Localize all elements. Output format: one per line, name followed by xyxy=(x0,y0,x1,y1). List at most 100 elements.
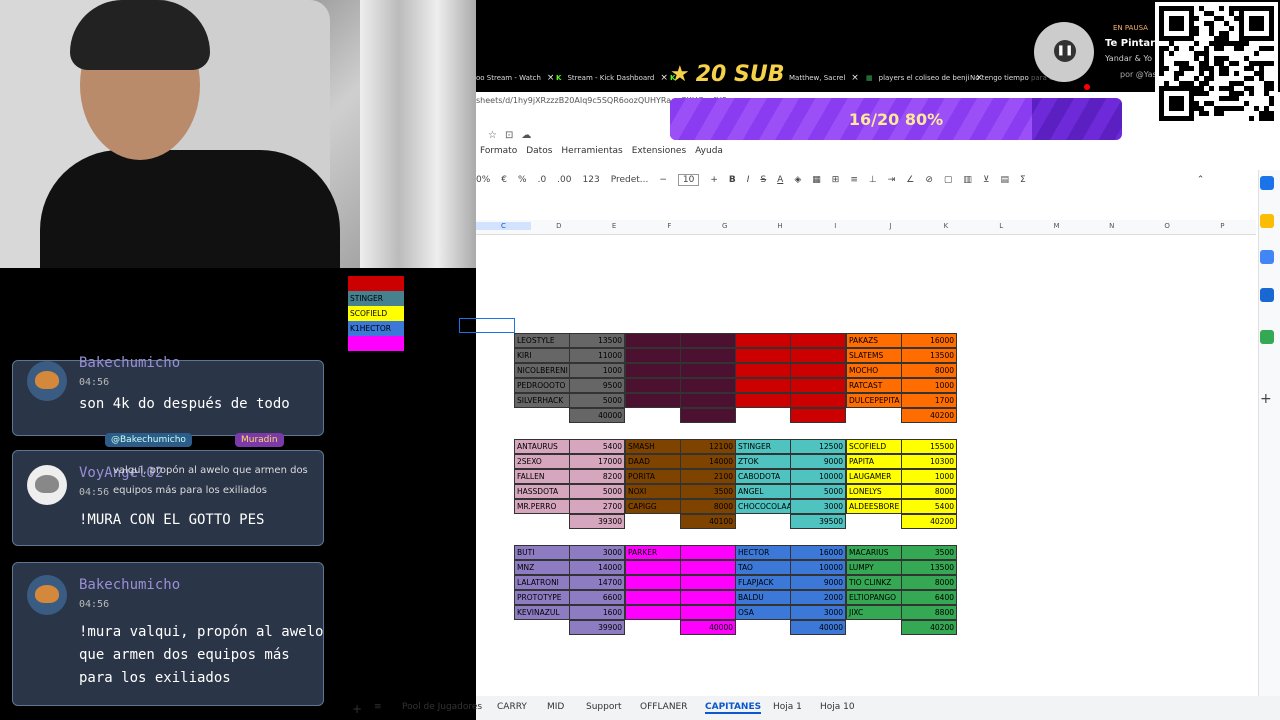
team-captain-value[interactable]: 15500 xyxy=(901,439,957,454)
team-captain-name[interactable] xyxy=(735,333,791,348)
team-player-value[interactable] xyxy=(790,348,846,363)
column-header[interactable]: M xyxy=(1029,222,1084,230)
column-header[interactable]: P xyxy=(1195,222,1250,230)
wrap-icon[interactable]: ⇥ xyxy=(888,175,896,185)
team-player-value[interactable]: 8000 xyxy=(901,484,957,499)
selected-cell[interactable] xyxy=(459,318,515,333)
team-total[interactable]: 40200 xyxy=(901,514,957,529)
team-player-name[interactable]: SILVERHACK xyxy=(514,393,570,408)
team-player-name[interactable]: 2SEXO xyxy=(514,454,570,469)
team-total[interactable] xyxy=(680,408,736,423)
team-player-name[interactable]: NICOLBERENI xyxy=(514,363,570,378)
sheet-tab-active[interactable]: CAPITANES xyxy=(705,702,762,714)
text-color-button[interactable]: A xyxy=(777,175,783,185)
team-captain-value[interactable]: 13500 xyxy=(569,333,625,348)
team-total[interactable]: 39900 xyxy=(569,620,625,635)
team-player-name[interactable]: ELTIOPANGO xyxy=(846,590,902,605)
chart-icon[interactable]: ▥ xyxy=(963,175,972,185)
number-format-button[interactable]: 123 xyxy=(583,175,600,185)
star-icon[interactable]: ☆ xyxy=(488,130,497,141)
team-player-value[interactable] xyxy=(680,590,736,605)
team-captain-value[interactable]: 3500 xyxy=(901,545,957,560)
align-icon[interactable]: ≡ xyxy=(850,175,858,185)
team-player-name[interactable]: CHOCOCOLAATE xyxy=(735,499,791,514)
team-player-value[interactable]: 5000 xyxy=(569,393,625,408)
team-player-value[interactable] xyxy=(790,393,846,408)
team-player-name[interactable]: NOXI xyxy=(625,484,681,499)
team-player-name[interactable] xyxy=(625,378,681,393)
team-captain-value[interactable]: 16000 xyxy=(790,545,846,560)
team-captain-name[interactable]: LEOSTYLE xyxy=(514,333,570,348)
team-player-value[interactable]: 1600 xyxy=(569,605,625,620)
team-player-value[interactable] xyxy=(790,378,846,393)
team-captain-name[interactable]: SCOFIELD xyxy=(846,439,902,454)
team-player-value[interactable]: 5000 xyxy=(790,484,846,499)
calendar-icon[interactable] xyxy=(1260,176,1274,190)
italic-button[interactable]: I xyxy=(747,175,750,185)
link-icon[interactable]: ⊘ xyxy=(925,175,933,185)
fill-color-icon[interactable]: ◈ xyxy=(794,175,801,185)
column-header[interactable]: N xyxy=(1084,222,1139,230)
team-player-value[interactable] xyxy=(680,560,736,575)
team-captain-value[interactable] xyxy=(680,333,736,348)
team-player-name[interactable]: ANGEL xyxy=(735,484,791,499)
team-captain-value[interactable]: 16000 xyxy=(901,333,957,348)
font-size-input[interactable]: 10 xyxy=(677,174,700,186)
team-player-name[interactable]: MR.PERRO xyxy=(514,499,570,514)
team-captain-value[interactable] xyxy=(790,333,846,348)
font-size-increase-button[interactable]: + xyxy=(710,175,718,185)
comment-icon[interactable]: ▢ xyxy=(944,175,953,185)
team-player-value[interactable]: 10000 xyxy=(790,560,846,575)
team-player-name[interactable]: SLATEMS xyxy=(846,348,902,363)
decrease-decimals-button[interactable]: .0 xyxy=(538,175,547,185)
team-player-name[interactable] xyxy=(625,363,681,378)
team-player-value[interactable]: 13500 xyxy=(901,560,957,575)
team-player-value[interactable] xyxy=(790,363,846,378)
team-captain-name[interactable] xyxy=(625,333,681,348)
team-player-value[interactable]: 9000 xyxy=(790,575,846,590)
team-player-name[interactable]: LONELYS xyxy=(846,484,902,499)
menu-datos[interactable]: Datos xyxy=(526,146,552,156)
team-total[interactable]: 40000 xyxy=(569,408,625,423)
team-player-value[interactable] xyxy=(680,363,736,378)
team-player-value[interactable]: 2000 xyxy=(790,590,846,605)
legend-cell[interactable] xyxy=(348,276,404,291)
team-player-value[interactable] xyxy=(680,393,736,408)
team-player-name[interactable]: CABODOTA xyxy=(735,469,791,484)
percent-button[interactable]: % xyxy=(518,175,527,185)
contacts-icon[interactable] xyxy=(1260,288,1274,302)
team-captain-name[interactable]: HECTOR xyxy=(735,545,791,560)
team-player-value[interactable]: 1000 xyxy=(901,469,957,484)
team-player-value[interactable]: 9000 xyxy=(790,454,846,469)
team-player-name[interactable]: KEVINAZUL xyxy=(514,605,570,620)
increase-decimals-button[interactable]: .00 xyxy=(557,175,571,185)
team-captain-value[interactable]: 12500 xyxy=(790,439,846,454)
team-player-name[interactable]: PEDROOOTO xyxy=(514,378,570,393)
team-player-name[interactable]: LUMPY xyxy=(846,560,902,575)
bold-button[interactable]: B xyxy=(729,175,736,185)
team-captain-value[interactable]: 12100 xyxy=(680,439,736,454)
team-player-value[interactable] xyxy=(680,348,736,363)
team-player-value[interactable]: 2700 xyxy=(569,499,625,514)
views-icon[interactable]: ▤ xyxy=(1001,175,1010,185)
team-player-name[interactable]: PORITA xyxy=(625,469,681,484)
team-player-name[interactable]: RATCAST xyxy=(846,378,902,393)
team-player-value[interactable]: 8800 xyxy=(901,605,957,620)
team-captain-name[interactable]: SMASH xyxy=(625,439,681,454)
merge-icon[interactable]: ⊞ xyxy=(832,175,840,185)
team-player-name[interactable]: MNZ xyxy=(514,560,570,575)
filter-icon[interactable]: ⊻ xyxy=(983,175,990,185)
team-player-value[interactable]: 9500 xyxy=(569,378,625,393)
team-player-value[interactable]: 5400 xyxy=(901,499,957,514)
browser-tab[interactable]: oo Stream - Watch × xyxy=(476,68,554,88)
team-player-name[interactable]: MOCHO xyxy=(846,363,902,378)
team-player-value[interactable]: 8000 xyxy=(901,363,957,378)
team-player-name[interactable]: LAUGAMER xyxy=(846,469,902,484)
menu-extensiones[interactable]: Extensiones xyxy=(632,146,686,156)
column-header[interactable]: K xyxy=(918,222,973,230)
collapse-icon[interactable]: ⌃ xyxy=(1197,175,1205,185)
team-player-value[interactable]: 6400 xyxy=(901,590,957,605)
font-select[interactable]: Predet... xyxy=(611,175,649,185)
team-player-value[interactable]: 6600 xyxy=(569,590,625,605)
team-player-value[interactable]: 8200 xyxy=(569,469,625,484)
